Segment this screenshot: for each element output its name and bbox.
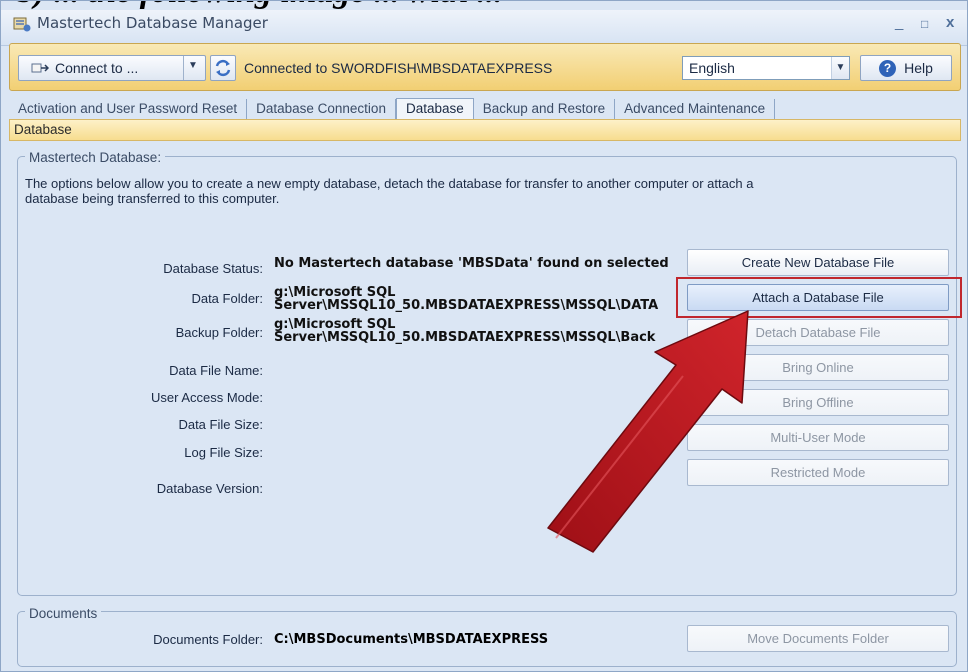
section-header: Database: [9, 119, 961, 141]
app-window: b) ... the following image ... with ... …: [0, 0, 968, 672]
group-legend: Mastertech Database:: [25, 150, 166, 165]
connect-button[interactable]: Connect to ...: [19, 56, 183, 80]
window-title: Mastertech Database Manager: [37, 14, 268, 32]
data-file-name-label: Data File Name:: [169, 363, 263, 378]
data-folder-label: Data Folder:: [191, 291, 263, 306]
database-status-value: No Mastertech database 'MBSData' found o…: [274, 256, 669, 271]
documents-folder-value: C:\MBSDocuments\MBSDATAEXPRESS: [274, 632, 549, 647]
create-database-button[interactable]: Create New Database File: [687, 249, 949, 276]
tab-database-connection[interactable]: Database Connection: [247, 99, 396, 119]
tab-database[interactable]: Database: [395, 98, 474, 119]
backup-folder-value: g:\Microsoft SQL Server\MSSQL10_50.MBSDA…: [274, 318, 655, 344]
database-version-label: Database Version:: [156, 481, 263, 496]
database-panel: Mastertech Database: The options below a…: [9, 141, 962, 671]
language-value: English: [689, 60, 735, 76]
move-documents-button[interactable]: Move Documents Folder: [687, 625, 949, 652]
backup-folder-line2: Server\MSSQL10_50.MBSDATAEXPRESS\MSSQL\B…: [274, 330, 656, 345]
maximize-button[interactable]: □: [921, 17, 928, 31]
tab-strip: Activation and User Password Reset Datab…: [9, 97, 776, 119]
toolbar: Connect to ... ▼ Connected to SWORDFISH\…: [9, 43, 961, 91]
detach-database-button[interactable]: Detach Database File: [687, 319, 949, 346]
connection-status: Connected to SWORDFISH\MBSDATAEXPRESS: [244, 60, 553, 76]
close-button[interactable]: x: [946, 14, 954, 31]
chevron-down-icon[interactable]: ▼: [831, 57, 849, 79]
connect-split-button[interactable]: Connect to ... ▼: [18, 55, 206, 81]
multi-user-mode-button[interactable]: Multi-User Mode: [687, 424, 949, 451]
cropped-caption: b) ... the following image ... with ...: [1, 1, 968, 10]
data-folder-value: g:\Microsoft SQL Server\MSSQL10_50.MBSDA…: [274, 286, 658, 312]
refresh-icon: [215, 59, 231, 77]
title-bar[interactable]: Mastertech Database Manager _ □ x: [1, 10, 967, 46]
database-status-label: Database Status:: [163, 261, 263, 276]
dropdown-arrow-icon[interactable]: ▼: [188, 60, 198, 71]
minimize-button[interactable]: _: [895, 14, 903, 31]
attach-database-button[interactable]: Attach a Database File: [687, 284, 949, 311]
bring-offline-button[interactable]: Bring Offline: [687, 389, 949, 416]
user-access-mode-label: User Access Mode:: [151, 390, 263, 405]
description-text: The options below allow you to create a …: [25, 176, 754, 206]
data-folder-line2: Server\MSSQL10_50.MBSDATAEXPRESS\MSSQL\D…: [274, 298, 659, 313]
tab-backup-restore[interactable]: Backup and Restore: [474, 99, 616, 119]
help-label: Help: [904, 60, 933, 76]
backup-folder-label: Backup Folder:: [175, 325, 263, 340]
documents-legend: Documents: [25, 606, 102, 621]
log-file-size-label: Log File Size:: [184, 445, 263, 460]
refresh-button[interactable]: [210, 55, 236, 81]
data-file-size-label: Data File Size:: [178, 417, 263, 432]
help-button[interactable]: ? Help: [860, 55, 952, 81]
restricted-mode-button[interactable]: Restricted Mode: [687, 459, 949, 486]
bring-online-button[interactable]: Bring Online: [687, 354, 949, 381]
tab-activation[interactable]: Activation and User Password Reset: [9, 99, 248, 119]
split-divider: [183, 56, 184, 80]
tab-advanced-maintenance[interactable]: Advanced Maintenance: [615, 99, 776, 119]
help-icon: ?: [879, 59, 897, 77]
language-select[interactable]: English ▼: [682, 56, 850, 80]
app-icon: [13, 17, 31, 32]
documents-folder-label: Documents Folder:: [153, 632, 263, 647]
